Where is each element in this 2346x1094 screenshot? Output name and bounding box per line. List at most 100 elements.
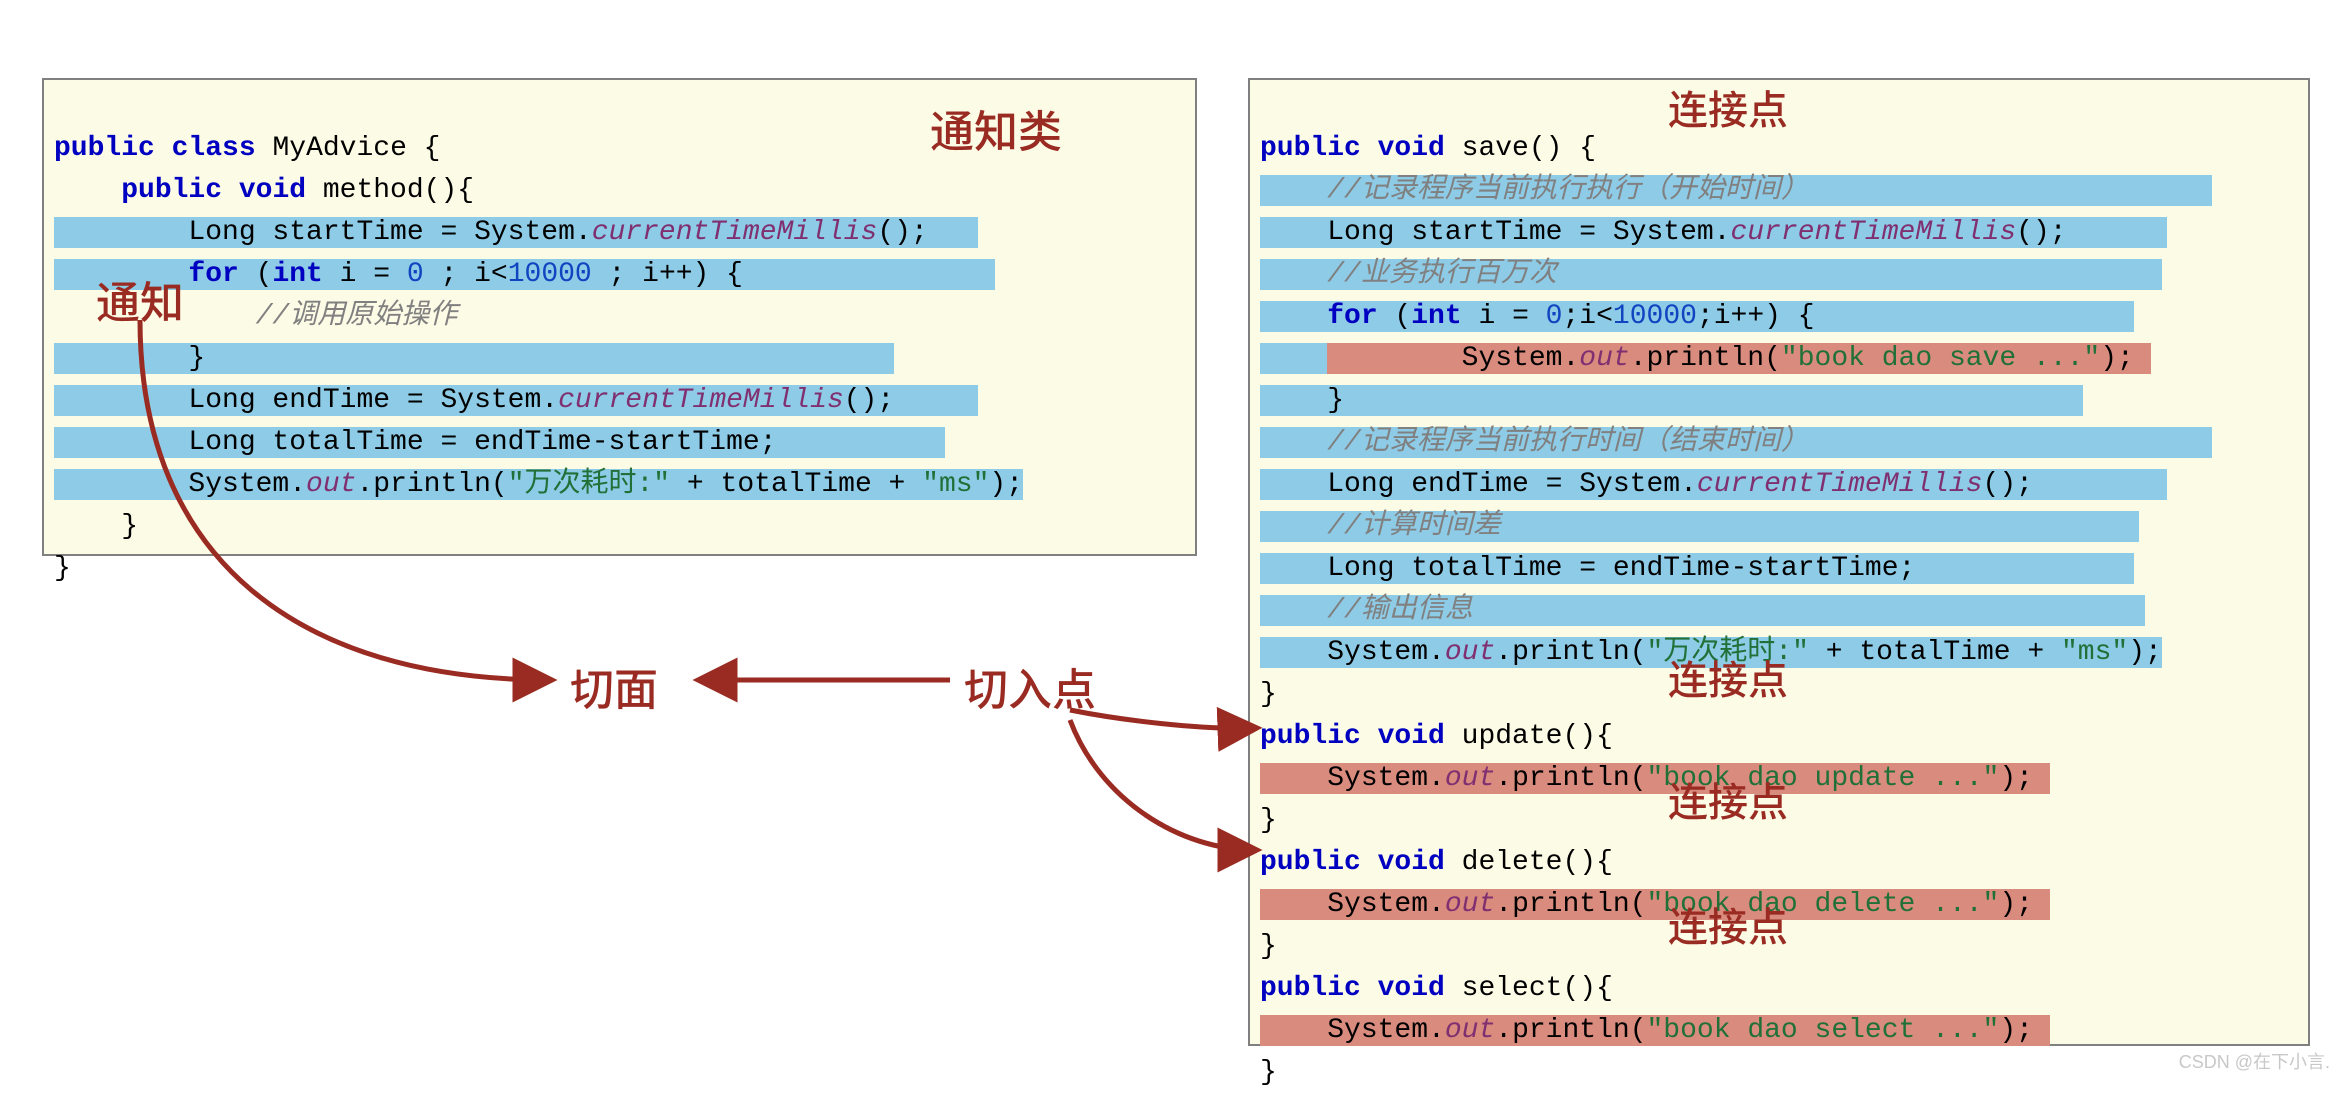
t: .println( [1495,763,1646,794]
t: 0 [1546,301,1563,332]
t: //记录程序当前执行时间（结束时间） [1260,427,1809,458]
t: //输出信息 [1260,595,1473,626]
t: Long endTime = System. [1260,469,1697,500]
t: out [1445,763,1495,794]
t: "book dao select ..." [1647,1015,2000,1046]
t: System. [54,469,306,500]
t: Long startTime = System. [54,217,592,248]
t: } [54,553,71,584]
arrow-pointcut-to-update [1070,710,1255,728]
t: currentTimeMillis [1730,217,2016,248]
t: update(){ [1445,721,1613,752]
t: (); [877,217,927,248]
t: out [1445,637,1495,668]
label-joinpoint-3: 连接点 [1668,770,1788,828]
t: void [1361,721,1445,752]
label-aspect: 切面 [570,654,658,718]
label-joinpoint-4: 连接点 [1668,895,1788,953]
t: out [1445,1015,1495,1046]
t: 0 [407,259,424,290]
t: method(){ [306,175,474,206]
t: .println( [1495,1015,1646,1046]
t: out [1579,343,1629,374]
t: ); [1999,763,2033,794]
t: out [306,469,356,500]
t: (); [844,385,894,416]
t: int [1411,301,1461,332]
t: } [1260,679,1277,710]
t: out [1445,889,1495,920]
t: void [1361,847,1445,878]
t: class [155,133,256,164]
t: currentTimeMillis [592,217,878,248]
t: i = [323,259,407,290]
t: .println( [1495,637,1646,668]
t: ; i++) { [592,259,743,290]
t: ;i< [1562,301,1612,332]
label-joinpoint-2: 连接点 [1668,648,1788,706]
t: Long startTime = System. [1260,217,1730,248]
t: System. [1327,343,1579,374]
t: select(){ [1445,973,1613,1004]
t: save() { [1445,133,1596,164]
t: Long totalTime = endTime-startTime; [54,427,777,458]
t: ); [2128,637,2162,668]
t: MyAdvice { [256,133,441,164]
t: ;i++) { [1697,301,1815,332]
t: System. [1260,763,1445,794]
t: + totalTime + [1809,637,2061,668]
t: currentTimeMillis [558,385,844,416]
t: ); [1999,1015,2033,1046]
t: //业务执行百万次 [1260,259,1557,290]
t: } [1260,1057,1277,1088]
t: delete(){ [1445,847,1613,878]
t: Long totalTime = endTime-startTime; [1260,553,1915,584]
t: System. [1260,889,1445,920]
t: //记录程序当前执行执行（开始时间） [1260,175,1809,206]
t: ); [989,469,1023,500]
t: } [54,343,205,374]
t: Long endTime = System. [54,385,558,416]
t: //计算时间差 [1260,511,1501,542]
t: int [272,259,322,290]
t: .println( [1495,889,1646,920]
t: public [1260,133,1361,164]
label-advice-class: 通知类 [930,96,1062,160]
t: } [1260,385,1344,416]
label-joinpoint-1: 连接点 [1668,78,1788,136]
t: public [1260,721,1361,752]
t: i = [1462,301,1546,332]
t: .println( [1630,343,1781,374]
t: (); [1983,469,2033,500]
t: System. [1260,637,1445,668]
t: } [54,511,138,542]
t: public [1260,847,1361,878]
t: "ms" [2061,637,2128,668]
t: ); [2100,343,2134,374]
t: + totalTime + [670,469,922,500]
diagram-canvas: public class MyAdvice { public void meth… [0,0,2346,1080]
t: void [1361,973,1445,1004]
t: currentTimeMillis [1697,469,1983,500]
t: .println( [356,469,507,500]
t: ; i< [424,259,508,290]
label-advice: 通知 [96,267,184,331]
t: "book dao save ..." [1781,343,2100,374]
t: "ms" [922,469,989,500]
t: } [1260,805,1277,836]
t: public [1260,973,1361,1004]
t: public [54,175,222,206]
t: } [1260,931,1277,962]
t: void [1361,133,1445,164]
t: ( [1378,301,1412,332]
t: ); [1999,889,2033,920]
t: (); [2016,217,2066,248]
t: System. [1260,1015,1445,1046]
label-pointcut: 切入点 [964,654,1096,718]
t: void [222,175,306,206]
t: 10000 [508,259,592,290]
watermark: CSDN @在下小言. [2179,1048,2330,1074]
t: 10000 [1613,301,1697,332]
arrow-pointcut-to-delete [1070,720,1255,850]
t: ( [239,259,273,290]
